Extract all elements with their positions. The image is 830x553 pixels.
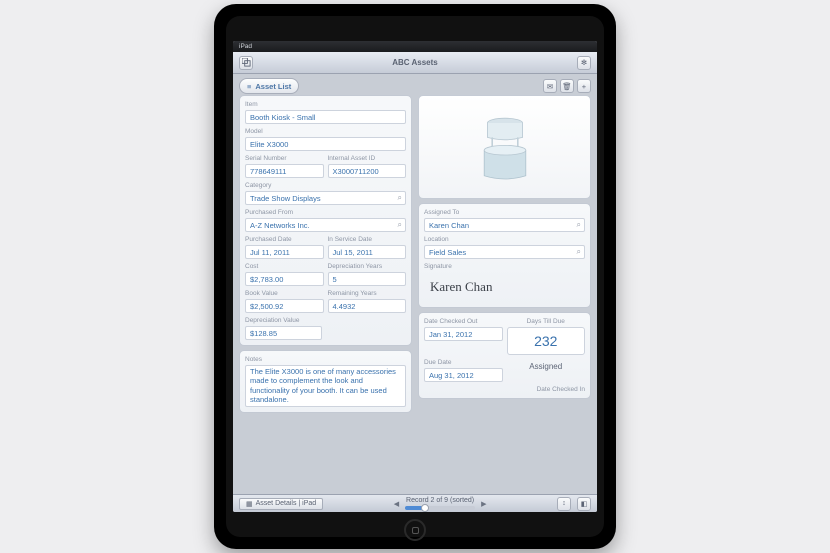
layout-label: Asset Details | iPad xyxy=(256,500,317,507)
sort-icon[interactable]: ↕ xyxy=(557,497,571,511)
assigned-label: Assigned To xyxy=(424,209,585,216)
remy-label: Remaining Years xyxy=(328,290,407,297)
search-icon[interactable]: ⌕ xyxy=(398,193,402,203)
pfrom-label: Purchased From xyxy=(245,209,406,216)
next-record-icon[interactable]: ▶ xyxy=(481,500,486,508)
bottom-toolbar: ▦ Asset Details | iPad ◀ Record 2 of 9 (… xyxy=(233,494,597,512)
model-field[interactable]: Elite X3000 xyxy=(245,137,406,151)
serial-label: Serial Number xyxy=(245,155,324,162)
status-value: Assigned xyxy=(507,359,586,382)
signature-area[interactable]: Karen Chan xyxy=(424,272,585,302)
depy-label: Depreciation Years xyxy=(328,263,407,270)
ipad-device-frame: iPad ABC Assets ✻ ≡ Asset List ✉ 🗑 + xyxy=(214,4,616,549)
assetid-label: Internal Asset ID xyxy=(328,155,407,162)
svcdate-field[interactable]: Jul 15, 2011 xyxy=(328,245,407,259)
depy-field[interactable]: 5 xyxy=(328,272,407,286)
list-icon: ≡ xyxy=(247,82,251,91)
assetid-field[interactable]: X3000711200 xyxy=(328,164,407,178)
pfrom-field[interactable]: A-Z Networks Inc. ⌕ xyxy=(245,218,406,232)
notes-label: Notes xyxy=(245,356,406,363)
pdate-label: Purchased Date xyxy=(245,236,324,243)
depv-label: Depreciation Value xyxy=(245,317,322,324)
ios-status-bar: iPad xyxy=(233,41,597,52)
search-icon[interactable]: ⌕ xyxy=(577,220,581,230)
layout-selector[interactable]: ▦ Asset Details | iPad xyxy=(239,498,323,510)
serial-field[interactable]: 778649111 xyxy=(245,164,324,178)
location-label: Location xyxy=(424,236,585,243)
main-content: Item Booth Kiosk - Small Model Elite X3000… xyxy=(239,95,591,494)
search-icon[interactable]: ⌕ xyxy=(398,220,402,230)
assigned-field[interactable]: Karen Chan ⌕ xyxy=(424,218,585,232)
screen: iPad ABC Assets ✻ ≡ Asset List ✉ 🗑 + xyxy=(233,41,597,512)
pdate-field[interactable]: Jul 11, 2011 xyxy=(245,245,324,259)
asset-image[interactable] xyxy=(418,95,591,199)
prev-record-icon[interactable]: ◀ xyxy=(394,500,399,508)
home-button[interactable] xyxy=(404,519,426,541)
cost-label: Cost xyxy=(245,263,324,270)
location-value: Field Sales xyxy=(429,248,466,257)
category-value: Trade Show Displays xyxy=(250,194,321,203)
item-label: Item xyxy=(245,101,406,108)
record-slider[interactable] xyxy=(405,506,475,510)
svcdate-label: In Service Date xyxy=(328,236,407,243)
toolbar-actions: ✉ 🗑 + xyxy=(543,79,591,93)
status-device-label: iPad xyxy=(239,43,252,50)
due-label: Due Date xyxy=(424,359,503,366)
layout-icon: ▦ xyxy=(246,500,253,508)
due-field[interactable]: Aug 31, 2012 xyxy=(424,368,503,382)
model-label: Model xyxy=(245,128,406,135)
category-field[interactable]: Trade Show Displays ⌕ xyxy=(245,191,406,205)
dout-field[interactable]: Jan 31, 2012 xyxy=(424,327,503,341)
kiosk-icon xyxy=(465,107,545,187)
app-title: ABC Assets xyxy=(257,58,573,67)
gear-icon[interactable]: ✻ xyxy=(577,56,591,70)
book-field[interactable]: $2,500.92 xyxy=(245,299,324,313)
left-column: Item Booth Kiosk - Small Model Elite X3000… xyxy=(239,95,412,494)
days-till-due: 232 xyxy=(507,327,586,355)
asset-list-button[interactable]: ≡ Asset List xyxy=(239,78,299,94)
depv-field[interactable]: $128.85 xyxy=(245,326,322,340)
item-field[interactable]: Booth Kiosk - Small xyxy=(245,110,406,124)
signature-label: Signature xyxy=(424,263,585,270)
asset-list-label: Asset List xyxy=(255,82,291,91)
pfrom-value: A-Z Networks Inc. xyxy=(250,221,310,230)
add-icon[interactable]: + xyxy=(577,79,591,93)
trash-icon[interactable]: 🗑 xyxy=(560,79,574,93)
app-nav-bar: ABC Assets ✻ xyxy=(233,52,597,74)
book-label: Book Value xyxy=(245,290,324,297)
cost-field[interactable]: $2,783.00 xyxy=(245,272,324,286)
windows-icon[interactable] xyxy=(239,56,253,70)
category-label: Category xyxy=(245,182,406,189)
notes-field[interactable]: The Elite X3000 is one of many accessori… xyxy=(245,365,406,407)
remy-field[interactable]: 4.4932 xyxy=(328,299,407,313)
mail-icon[interactable]: ✉ xyxy=(543,79,557,93)
dout-label: Date Checked Out xyxy=(424,318,503,325)
days-label: Days Till Due xyxy=(507,318,586,325)
din-label: Date Checked In xyxy=(424,386,585,393)
tools-icon[interactable]: ◧ xyxy=(577,497,591,511)
search-icon[interactable]: ⌕ xyxy=(577,247,581,257)
record-indicator: Record 2 of 9 (sorted) xyxy=(406,497,474,504)
location-field[interactable]: Field Sales ⌕ xyxy=(424,245,585,259)
right-column: Assigned To Karen Chan ⌕ Location Field Sal… xyxy=(418,95,591,494)
assigned-value: Karen Chan xyxy=(429,221,469,230)
